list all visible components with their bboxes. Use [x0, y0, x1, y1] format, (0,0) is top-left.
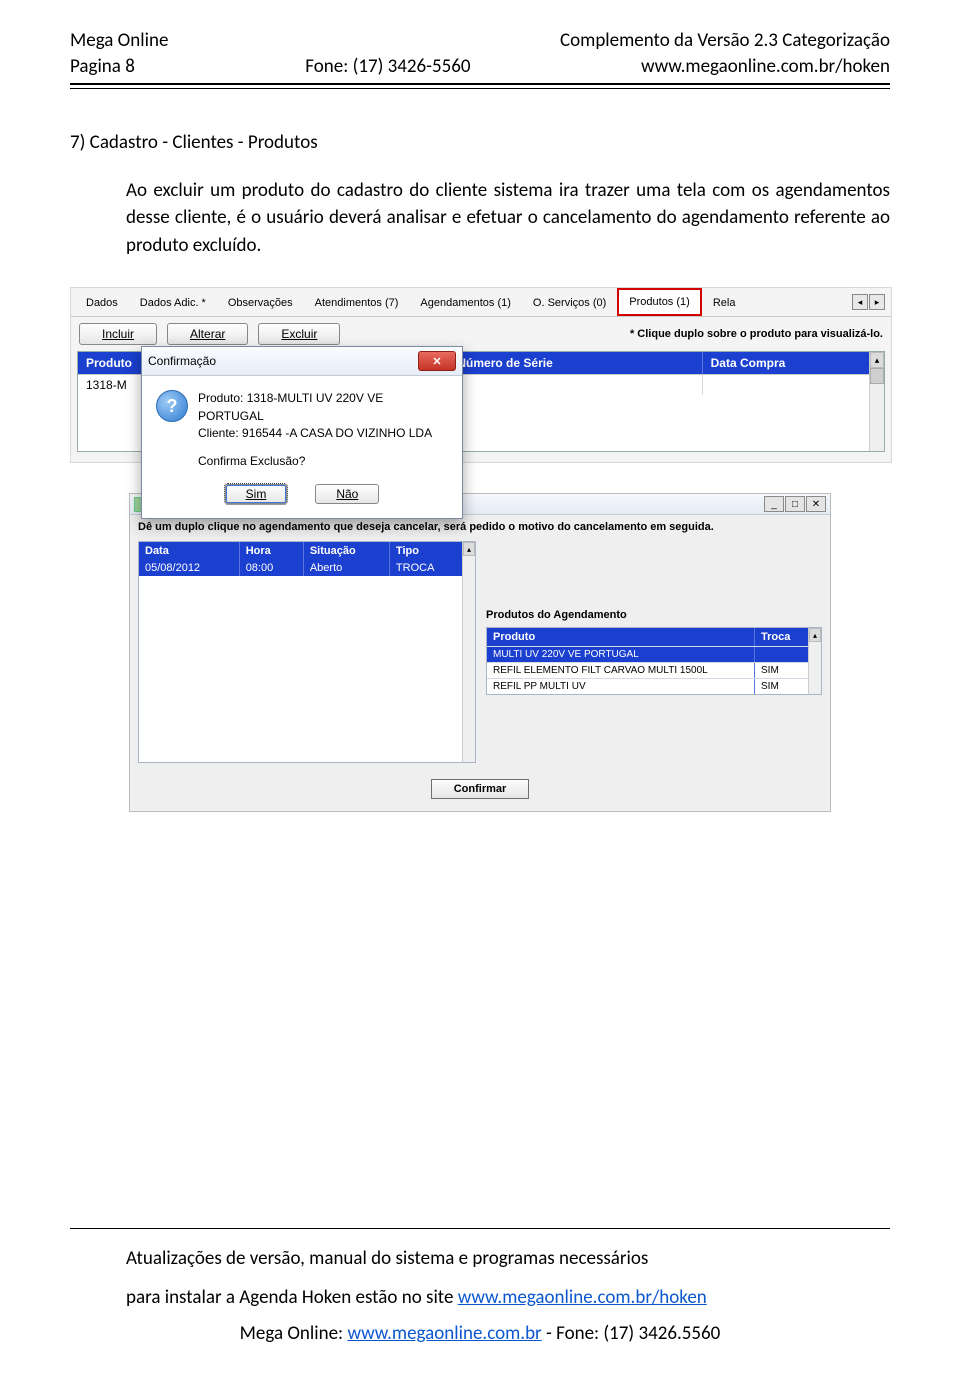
maximize-icon[interactable]: □ [785, 496, 805, 512]
col-numero-serie[interactable]: Número de Série [449, 352, 702, 374]
dialog-line2: Cliente: 916544 -A CASA DO VIZINHO LDA [198, 425, 448, 442]
produtos-agendamento-grid: Produto Troca MULTI UV 220V VE PORTUGAL … [486, 627, 822, 695]
scroll-up-icon[interactable]: ▴ [870, 352, 884, 368]
header-url: www.megaonline.com.br/hoken [641, 54, 890, 80]
cell-situacao: Aberto [304, 560, 390, 576]
dialog-body: ? Produto: 1318-MULTI UV 220V VE PORTUGA… [142, 376, 462, 476]
footer-link-2[interactable]: www.megaonline.com.br [347, 1322, 541, 1345]
cell-hora: 08:00 [240, 560, 304, 576]
cell-produto: REFIL ELEMENTO FILT CARVAO MULTI 1500L [487, 663, 755, 678]
confirm-dialog: Confirmação ✕ ? Produto: 1318-MULTI UV 2… [141, 346, 463, 519]
excluir-label: Excluir [281, 327, 317, 341]
brand: Mega Online [70, 28, 168, 54]
tab-scroll-left-icon[interactable]: ◂ [852, 294, 868, 310]
footer-divider [70, 1228, 890, 1229]
col-data-compra[interactable]: Data Compra [703, 352, 884, 374]
dialog-gap [198, 443, 448, 453]
cell-data: 05/08/2012 [139, 560, 240, 576]
alterar-label: Alterar [190, 327, 225, 341]
agendamentos-grid: Data Hora Situação Tipo 05/08/2012 08:00… [138, 541, 476, 763]
question-icon: ? [156, 390, 188, 422]
page-number: Pagina 8 [70, 54, 135, 80]
tab-dados-adic[interactable]: Dados Adic. * [129, 290, 217, 315]
body-text: 7) Cadastro - Clientes - Produtos Ao exc… [70, 129, 890, 259]
scroll-up-icon[interactable]: ▴ [463, 542, 475, 556]
right-column: Produtos do Agendamento Produto Troca MU… [486, 541, 822, 763]
right-grid-header: Produto Troca [487, 628, 821, 646]
minimize-icon[interactable]: _ [764, 496, 784, 512]
dialog-title: Confirmação [148, 354, 216, 368]
footer-line3-prefix: Mega Online: [240, 1322, 348, 1345]
dialog-message: Produto: 1318-MULTI UV 220V VE PORTUGAL … [198, 390, 448, 470]
right-row-0[interactable]: MULTI UV 220V VE PORTUGAL [487, 646, 821, 662]
footer-line2-text: para instalar a Agenda Hoken estão no si… [126, 1286, 458, 1309]
footer-line1: Atualizações de versão, manual do sistem… [126, 1245, 890, 1274]
scroll-up-icon[interactable]: ▴ [809, 628, 821, 642]
tab-oservicos[interactable]: O. Serviços (0) [522, 290, 617, 315]
confirmar-button[interactable]: Confirmar [431, 779, 530, 799]
dialog-titlebar[interactable]: Confirmação ✕ [142, 347, 462, 376]
tab-observacoes[interactable]: Observações [217, 290, 304, 315]
scroll-thumb[interactable] [870, 368, 884, 384]
left-grid-header: Data Hora Situação Tipo [139, 542, 475, 560]
header-divider [70, 83, 890, 89]
grid-vscroll[interactable]: ▴ [869, 352, 884, 451]
right-label: Produtos do Agendamento [486, 609, 822, 621]
dialog-buttons: Sim Não [142, 476, 462, 518]
cell-produto: MULTI UV 220V VE PORTUGAL [487, 647, 755, 662]
page-header-row2: Pagina 8 Fone: (17) 3426-5560 www.megaon… [70, 54, 890, 80]
confirm-row: Confirmar [130, 771, 830, 811]
right-row-1[interactable]: REFIL ELEMENTO FILT CARVAO MULTI 1500L S… [487, 662, 821, 678]
left-vscroll[interactable]: ▴ [462, 542, 475, 762]
page-footer: Atualizações de versão, manual do sistem… [70, 1228, 890, 1345]
tab-dados[interactable]: Dados [75, 290, 129, 315]
panes: Data Hora Situação Tipo 05/08/2012 08:00… [130, 541, 830, 771]
no-button[interactable]: Não [315, 484, 379, 504]
incluir-label: Incluir [102, 327, 134, 341]
right-vscroll[interactable]: ▴ [808, 628, 821, 694]
cell-serie [449, 375, 702, 395]
tab-agendamentos[interactable]: Agendamentos (1) [409, 290, 522, 315]
instruction-text: Dê um duplo clique no agendamento que de… [130, 515, 830, 541]
cell-data [703, 375, 884, 395]
right-row-2[interactable]: REFIL PP MULTI UV SIM [487, 678, 821, 694]
col-situacao[interactable]: Situação [304, 542, 390, 560]
tab-scroll-right-icon[interactable]: ▸ [869, 294, 885, 310]
window-buttons: _ □ ✕ [764, 496, 826, 512]
no-label: Não [336, 487, 358, 501]
tab-produtos[interactable]: Produtos (1) [617, 288, 702, 316]
col-data[interactable]: Data [139, 542, 240, 560]
col-hora[interactable]: Hora [240, 542, 304, 560]
left-grid-row[interactable]: 05/08/2012 08:00 Aberto TROCA [139, 560, 475, 576]
cell-produto: REFIL PP MULTI UV [487, 679, 755, 694]
tab-atendimentos[interactable]: Atendimentos (7) [304, 290, 410, 315]
page-header: Mega Online Complemento da Versão 2.3 Ca… [70, 28, 890, 54]
grid-hint: * Clique duplo sobre o produto para visu… [630, 328, 883, 340]
tab-strip: Dados Dados Adic. * Observações Atendime… [71, 288, 891, 317]
app-screenshot-2: Cancelamento de Agendamentos _ □ ✕ Dê um… [129, 493, 831, 812]
doc-title: Complemento da Versão 2.3 Categorização [560, 28, 890, 54]
col-produto[interactable]: Produto [487, 628, 755, 646]
excluir-button[interactable]: Excluir [258, 323, 340, 345]
yes-button[interactable]: Sim [225, 484, 288, 504]
footer-line3: Mega Online: www.megaonline.com.br - Fon… [70, 1322, 890, 1345]
tab-rela[interactable]: Rela [702, 290, 747, 315]
yes-label: Sim [246, 487, 267, 501]
section-heading: 7) Cadastro - Clientes - Produtos [70, 129, 890, 157]
incluir-button[interactable]: Incluir [79, 323, 157, 345]
close-icon[interactable]: ✕ [418, 351, 456, 371]
alterar-button[interactable]: Alterar [167, 323, 248, 345]
footer-line3-suffix: - Fone: (17) 3426.5560 [542, 1322, 721, 1345]
footer-line2: para instalar a Agenda Hoken estão no si… [126, 1284, 890, 1313]
dialog-line3: Confirma Exclusão? [198, 453, 448, 470]
close-window-icon[interactable]: ✕ [806, 496, 826, 512]
section-paragraph: Ao excluir um produto do cadastro do cli… [126, 177, 890, 260]
footer-link-1[interactable]: www.megaonline.com.br/hoken [458, 1286, 707, 1309]
tab-overflow-nav: ◂ ▸ [850, 292, 887, 312]
app-screenshot-1: Dados Dados Adic. * Observações Atendime… [70, 287, 892, 463]
dialog-line1: Produto: 1318-MULTI UV 220V VE PORTUGAL [198, 390, 448, 425]
header-phone: Fone: (17) 3426-5560 [135, 54, 641, 80]
